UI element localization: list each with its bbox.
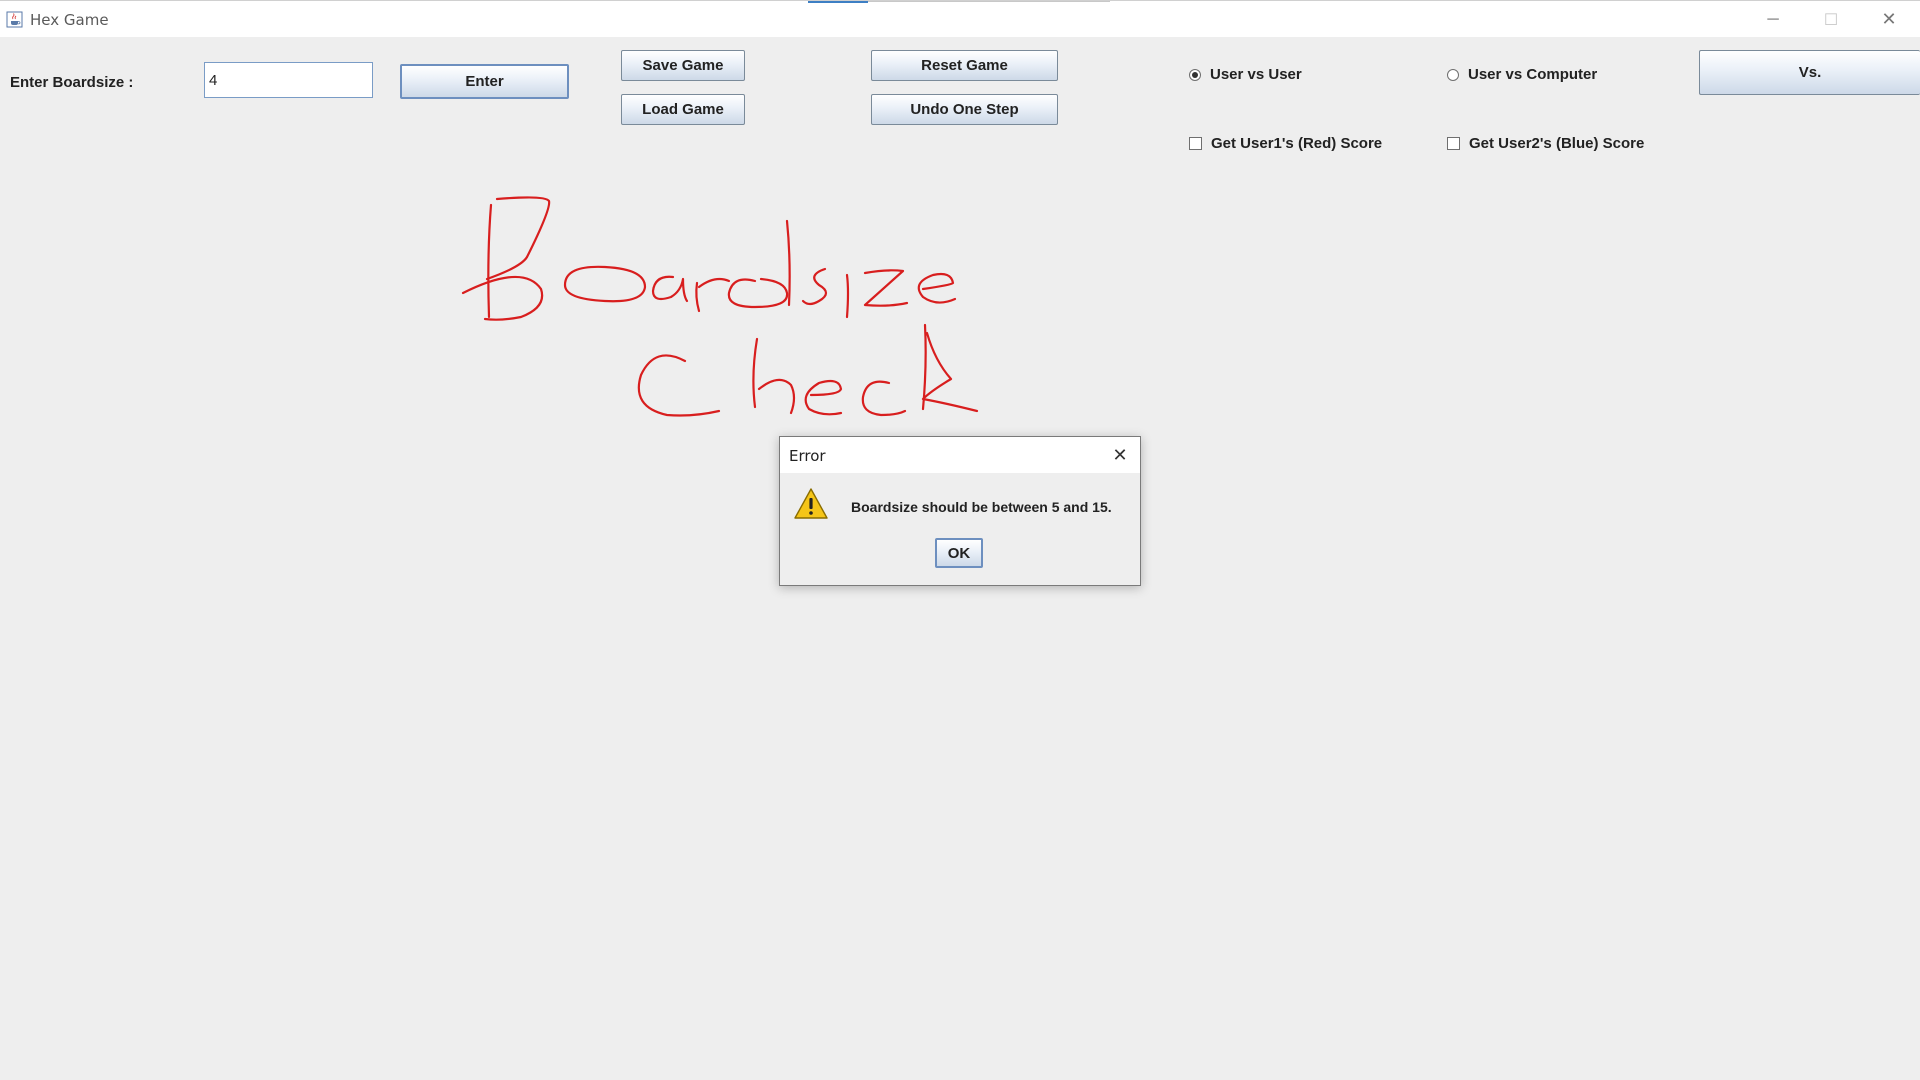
mode-user-vs-user-radio[interactable]: User vs User [1189,66,1302,83]
title-accent-line [808,1,868,3]
close-icon: ✕ [1881,9,1897,29]
dialog-message: Boardsize should be between 5 and 15. [851,499,1112,515]
enter-button-label: Enter [465,73,504,90]
warning-icon [794,488,828,519]
enter-button[interactable]: Enter [400,64,569,99]
mode-user-vs-computer-radio[interactable]: User vs Computer [1447,66,1597,83]
vs-button[interactable]: Vs. [1699,50,1920,95]
title-bar[interactable]: Hex Game ─ ☐ ✕ [0,0,1920,37]
java-cup-icon [6,11,23,28]
minimize-icon: ─ [1767,10,1779,28]
user1-score-label: Get User1's (Red) Score [1211,135,1383,152]
mode-user-vs-computer-label: User vs Computer [1468,66,1598,83]
reset-game-label: Reset Game [921,57,1008,74]
maximize-icon: ☐ [1823,11,1839,29]
minimize-button[interactable]: ─ [1744,1,1802,38]
dialog-title-bar[interactable]: Error ✕ [780,437,1140,473]
ok-button-label: OK [947,544,971,562]
ok-button[interactable]: OK [935,538,983,568]
user2-score-checkbox[interactable]: Get User2's (Blue) Score [1447,135,1644,152]
close-button[interactable]: ✕ [1860,1,1918,38]
maximize-button[interactable]: ☐ [1802,1,1860,38]
radio-unselected-icon [1447,68,1459,81]
app-window: Hex Game ─ ☐ ✕ Enter Boardsize : Enter S… [0,0,1920,1080]
handwritten-annotation [461,196,979,417]
boardsize-input[interactable] [204,62,373,98]
window-title: Hex Game [30,11,109,29]
save-game-label: Save Game [642,57,724,74]
undo-step-button[interactable]: Undo One Step [871,94,1058,125]
boardsize-label: Enter Boardsize : [10,74,134,91]
annotation-strokes [461,196,979,417]
save-game-button[interactable]: Save Game [621,50,745,81]
dialog-title: Error [789,447,826,465]
mode-user-vs-user-label: User vs User [1210,66,1302,83]
dialog-close-button[interactable]: ✕ [1108,443,1132,467]
radio-selected-icon [1189,68,1201,81]
checkbox-icon [1447,137,1460,150]
title-accent-line-light [868,1,1110,2]
user1-score-checkbox[interactable]: Get User1's (Red) Score [1189,135,1382,152]
checkbox-icon [1189,137,1202,150]
error-dialog: Error ✕ Boardsize should be between 5 an… [779,436,1141,586]
load-game-button[interactable]: Load Game [621,94,745,125]
user2-score-label: Get User2's (Blue) Score [1469,135,1645,152]
reset-game-button[interactable]: Reset Game [871,50,1058,81]
load-game-label: Load Game [642,101,724,118]
vs-button-label: Vs. [1798,64,1822,81]
close-icon: ✕ [1112,444,1128,465]
undo-step-label: Undo One Step [910,101,1019,118]
